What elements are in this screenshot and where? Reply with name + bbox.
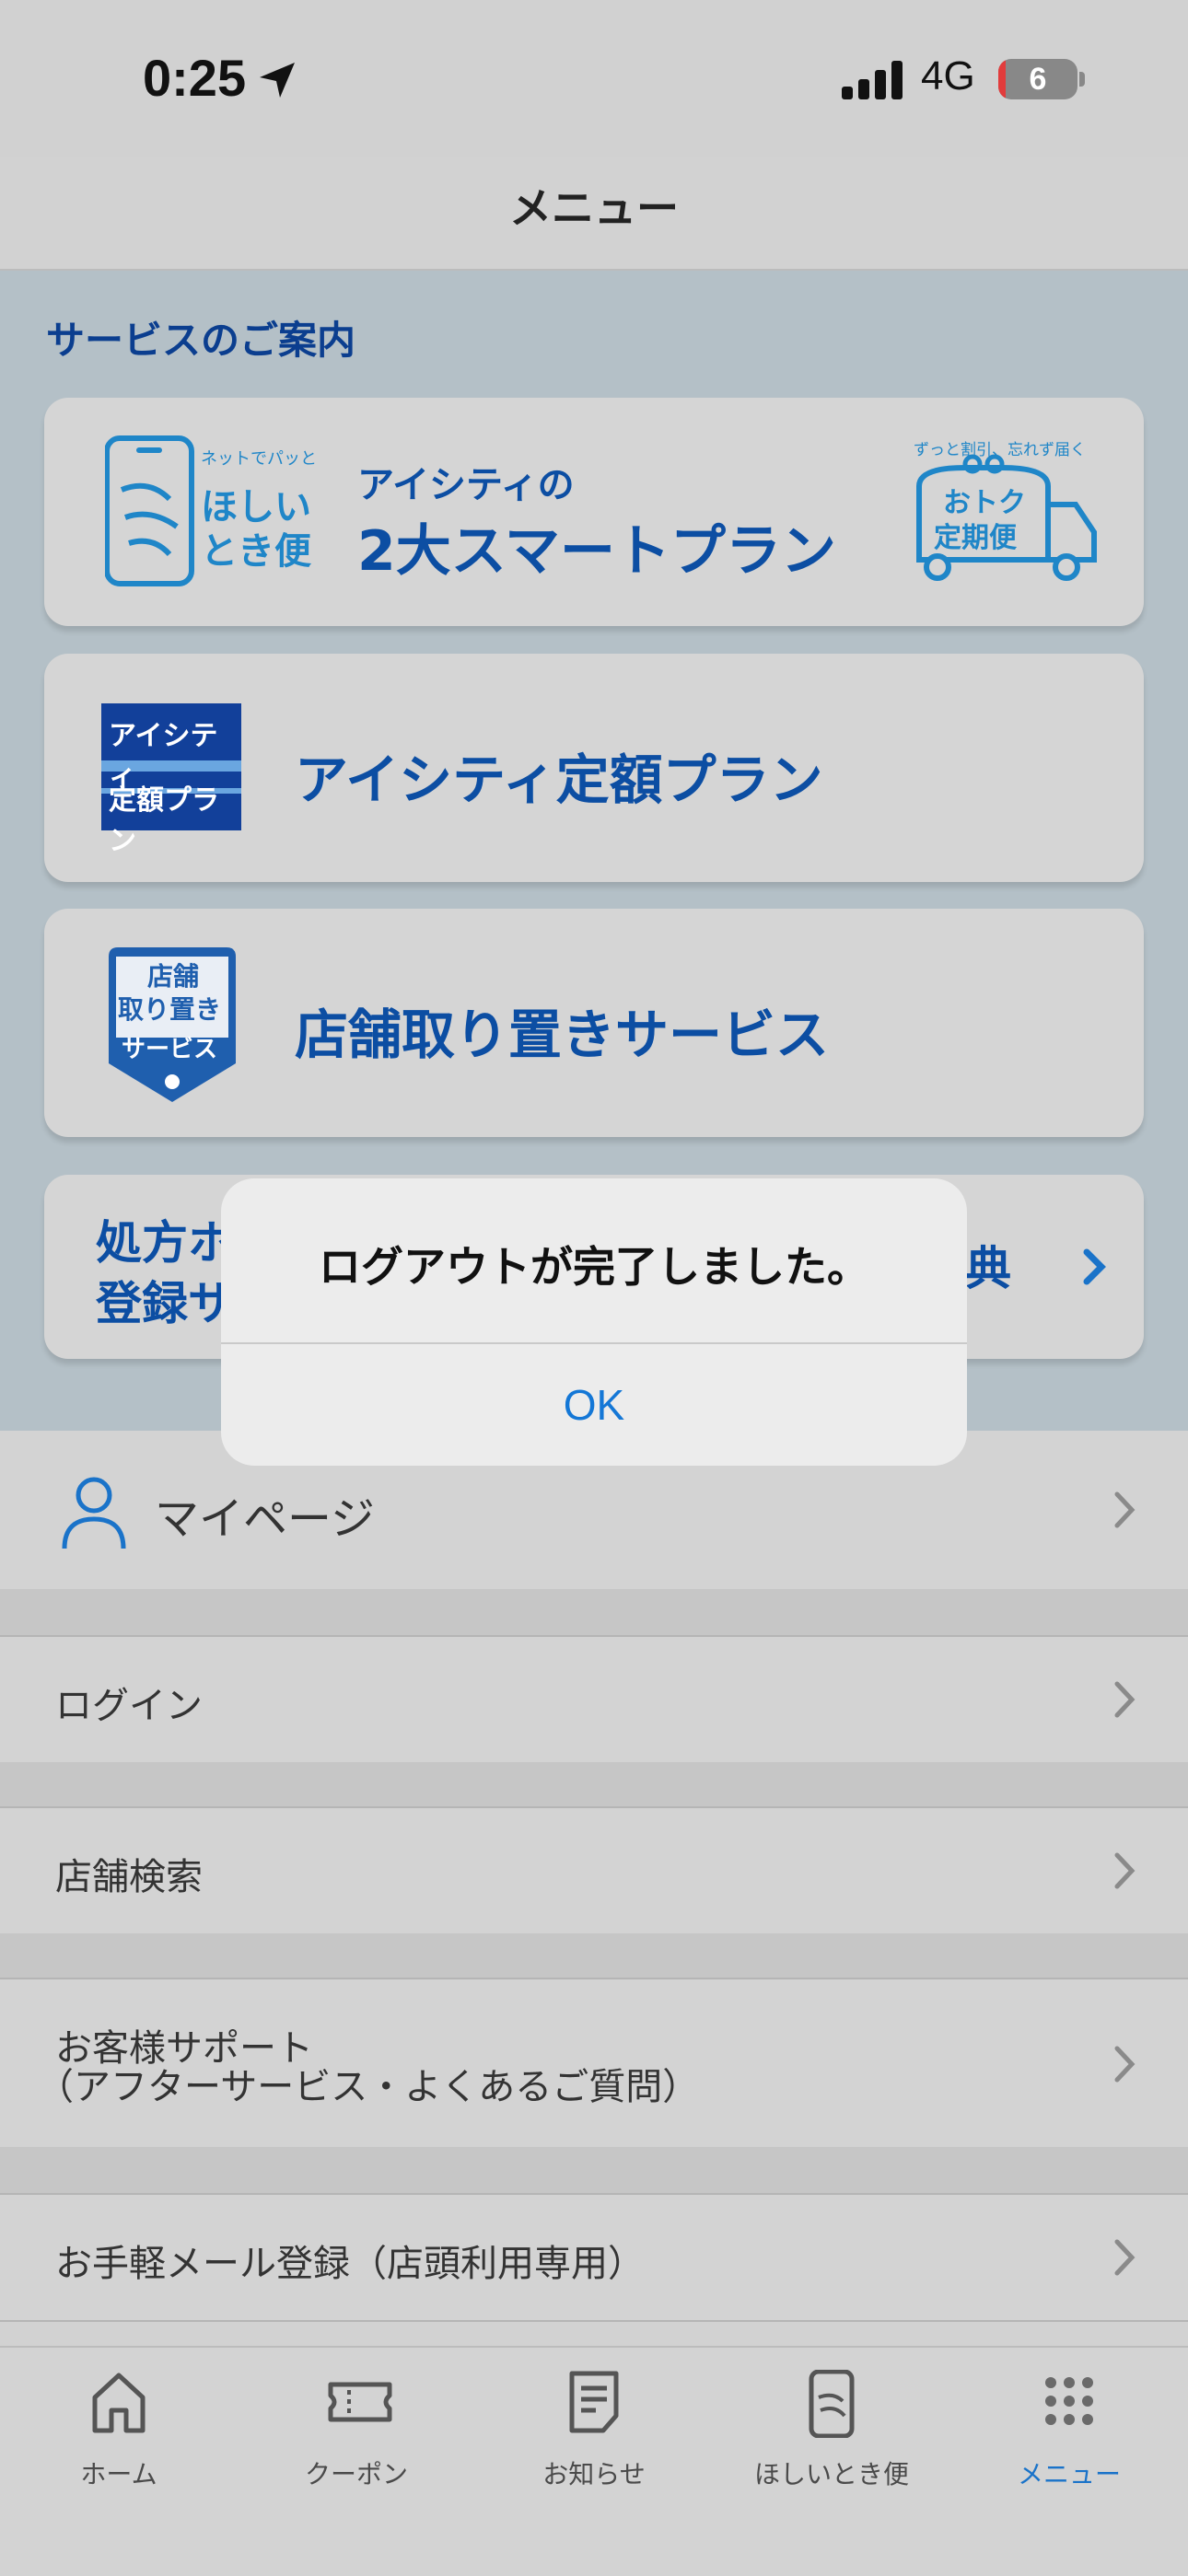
list-item-login[interactable]: ログイン	[0, 1637, 1188, 1762]
tab-label: ホーム	[80, 2459, 157, 2489]
network-type: 4G	[921, 53, 975, 99]
document-icon	[569, 2371, 619, 2433]
ticket-icon	[328, 2382, 392, 2422]
battery-level: 6	[1029, 62, 1047, 97]
list-item-support[interactable]: お客様サポート （アフターサービス・よくあるご質問）	[0, 1979, 1188, 2147]
rx-card-right-text: 典	[965, 1242, 1011, 1295]
tab-label: メニュー	[1017, 2459, 1121, 2489]
list-spacer	[0, 2147, 1188, 2193]
list-spacer	[0, 1589, 1188, 1635]
store-hold-title: 店舗取り置きサービス	[295, 1004, 830, 1066]
smart-plan-title: 2大スマートプラン	[357, 519, 836, 584]
svg-text:とき便: とき便	[201, 530, 312, 573]
page-title: メニュー	[509, 183, 679, 233]
alert-ok-button[interactable]: OK	[221, 1344, 967, 1466]
phone-delivery-icon	[809, 2370, 855, 2438]
list-item-label: ログイン	[55, 1685, 203, 1727]
chevron-right-icon	[1114, 1491, 1136, 1528]
logo-small-text: ネットでパッと!	[201, 449, 317, 469]
store-hold-card[interactable]: 店舗 取り置き サービス 店舗取り置きサービス	[44, 909, 1144, 1137]
list-item-mail-register[interactable]: お手軽メール登録（店頭利用専用）	[0, 2195, 1188, 2322]
chevron-right-icon	[1114, 2239, 1136, 2276]
smart-plan-card[interactable]: ネットでパッと! ほしい とき便 アイシティの 2大スマートプラン ずっと割引、…	[44, 398, 1144, 626]
list-spacer	[0, 1933, 1188, 1978]
list-item-label: 店舗検索	[55, 1856, 203, 1898]
battery-tip	[1079, 72, 1085, 87]
grid-menu-icon	[1045, 2377, 1093, 2425]
fixed-plan-logo: アイシティ 定額プラン	[101, 703, 241, 857]
store-hold-badge-line1: 店舗	[147, 961, 200, 992]
battery-icon: 6	[998, 59, 1077, 99]
chevron-right-icon	[1083, 1248, 1106, 1285]
store-hold-badge-line2: 取り置き	[118, 994, 222, 1025]
list-item-store-search[interactable]: 店舗検索	[0, 1808, 1188, 1933]
tab-label: ほしいとき便	[753, 2459, 909, 2489]
rx-card-line1: 処方ホ	[96, 1216, 234, 1270]
chevron-right-icon	[1114, 2046, 1136, 2083]
tab-label: お知らせ	[542, 2459, 646, 2489]
hoshii-tokibin-logo: ネットでパッと! ほしい とき便	[105, 435, 317, 586]
home-icon	[92, 2373, 146, 2433]
smart-plan-subtitle: アイシティの	[357, 464, 575, 506]
chevron-right-icon	[1114, 1681, 1136, 1718]
list-spacer	[0, 1762, 1188, 1806]
fixed-plan-logo-line2: 定額プラン	[109, 784, 219, 857]
cellular-signal-icon	[842, 61, 903, 99]
location-arrow-icon	[260, 63, 295, 98]
status-time: 0:25	[143, 49, 247, 107]
list-item-sublabel: （アフターサービス・よくあるご質問）	[37, 2066, 700, 2108]
store-hold-badge-line3: サービス	[122, 1036, 218, 1063]
svg-text:ほしい: ほしい	[201, 486, 311, 528]
logout-alert-dialog: ログアウトが完了しました。 OK	[221, 1178, 967, 1466]
list-item-label: お手軽メール登録（店頭利用専用）	[55, 2243, 645, 2285]
list-item-label: マイページ	[155, 1493, 376, 1545]
svg-text:おトク: おトク	[943, 487, 1026, 519]
rx-card-line2: 登録サ	[96, 1277, 234, 1330]
person-icon	[62, 1477, 126, 1549]
otoku-teikibin-logo: ずっと割引、忘れず届く おトク 定期便	[914, 441, 1097, 581]
fixed-plan-card[interactable]: アイシティ 定額プラン アイシティ定額プラン	[44, 654, 1144, 882]
chevron-right-icon	[1114, 1852, 1136, 1889]
alert-message: ログアウトが完了しました。	[319, 1242, 869, 1292]
tab-label: クーポン	[304, 2459, 408, 2489]
service-heading: サービスのご案内	[46, 318, 356, 363]
fixed-plan-title: アイシティ定額プラン	[295, 748, 823, 811]
svg-text:定期便: 定期便	[934, 522, 1018, 554]
